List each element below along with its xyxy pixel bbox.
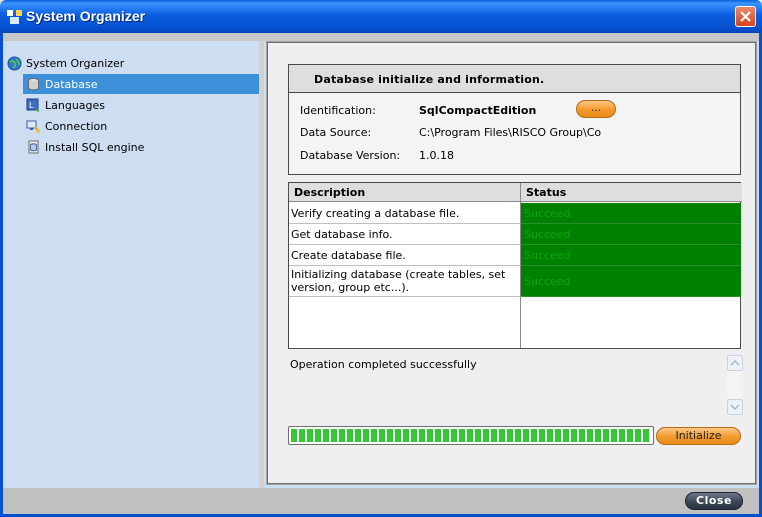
tree-root-system-organizer[interactable]: System Organizer bbox=[7, 53, 207, 73]
database-info-box: Database initialize and information. Ide… bbox=[288, 64, 741, 175]
sidebar-item-label: Database bbox=[45, 77, 98, 91]
window-frame: System Organizer Database L Languages Co… bbox=[0, 33, 762, 517]
main-inner: Database initialize and information. Ide… bbox=[266, 41, 757, 485]
sidebar-item-install-sql[interactable]: Install SQL engine bbox=[26, 137, 226, 157]
close-button[interactable]: Close bbox=[685, 492, 743, 510]
version-label: Database Version: bbox=[300, 149, 401, 162]
table-row-status[interactable]: Succeed bbox=[521, 266, 741, 297]
table-row-description[interactable]: Create database file. bbox=[289, 245, 520, 266]
connection-icon bbox=[26, 120, 40, 133]
table-row-status[interactable]: Succeed bbox=[521, 245, 741, 266]
top-strip bbox=[3, 33, 759, 41]
table-row-description[interactable]: Verify creating a database file. bbox=[289, 203, 520, 224]
sidebar-item-connection[interactable]: Connection bbox=[26, 116, 226, 136]
scroll-up-button[interactable] bbox=[727, 355, 743, 371]
info-header: Database initialize and information. bbox=[289, 65, 740, 93]
scroll-down-button[interactable] bbox=[727, 399, 743, 415]
window-title: System Organizer bbox=[26, 8, 146, 24]
bottom-bar: Close bbox=[3, 488, 759, 514]
table-row-status[interactable]: Succeed bbox=[521, 203, 741, 224]
title-bar: System Organizer bbox=[0, 0, 762, 33]
browse-button[interactable]: ... bbox=[576, 100, 616, 118]
chevron-up-icon bbox=[730, 359, 740, 366]
globe-icon bbox=[7, 56, 22, 70]
column-header-status[interactable]: Status bbox=[521, 183, 742, 202]
column-header-description[interactable]: Description bbox=[289, 183, 521, 202]
identification-label: Identification: bbox=[300, 104, 376, 117]
install-sql-icon bbox=[28, 140, 39, 153]
sidebar: System Organizer Database L Languages Co… bbox=[3, 41, 259, 488]
window-close-button[interactable] bbox=[735, 6, 756, 27]
svg-text:L: L bbox=[29, 101, 34, 110]
main-area: Database initialize and information. Ide… bbox=[264, 41, 759, 488]
info-header-title: Database initialize and information. bbox=[314, 73, 545, 86]
database-panel: Database initialize and information. Ide… bbox=[267, 42, 756, 484]
browse-button-label: ... bbox=[590, 101, 602, 114]
message-scrollbar[interactable] bbox=[727, 355, 743, 415]
identification-value: SqlCompactEdition bbox=[419, 104, 537, 117]
progress-bar bbox=[288, 426, 654, 445]
column-divider bbox=[520, 183, 521, 348]
app-icon bbox=[7, 10, 22, 24]
version-value: 1.0.18 bbox=[419, 149, 454, 162]
chevron-down-icon bbox=[730, 404, 740, 411]
sidebar-item-label: Install SQL engine bbox=[45, 140, 145, 154]
window-client: System Organizer Database L Languages Co… bbox=[3, 33, 759, 514]
sidebar-item-database[interactable]: Database bbox=[23, 74, 259, 94]
sidebar-item-label: Connection bbox=[45, 119, 108, 133]
sidebar-item-label: Languages bbox=[45, 98, 106, 112]
sidebar-item-languages[interactable]: L Languages bbox=[26, 95, 226, 115]
tree-root-label: System Organizer bbox=[26, 56, 125, 70]
table-row-description[interactable]: Initializing database (create tables, se… bbox=[289, 266, 520, 297]
table-row-description[interactable]: Get database info. bbox=[289, 224, 520, 245]
data-source-label: Data Source: bbox=[300, 126, 372, 139]
data-source-value: C:\Program Files\RISCO Group\Co bbox=[419, 126, 602, 139]
database-icon bbox=[28, 77, 39, 90]
close-icon bbox=[740, 11, 751, 22]
status-table: Description Status Verify creating a dat… bbox=[288, 182, 742, 349]
initialize-button[interactable]: Initialize bbox=[656, 427, 741, 445]
languages-icon: L bbox=[26, 98, 40, 112]
progress-fill bbox=[291, 429, 651, 442]
table-row-status[interactable]: Succeed bbox=[521, 224, 741, 245]
status-message: Operation completed successfully bbox=[290, 358, 477, 371]
